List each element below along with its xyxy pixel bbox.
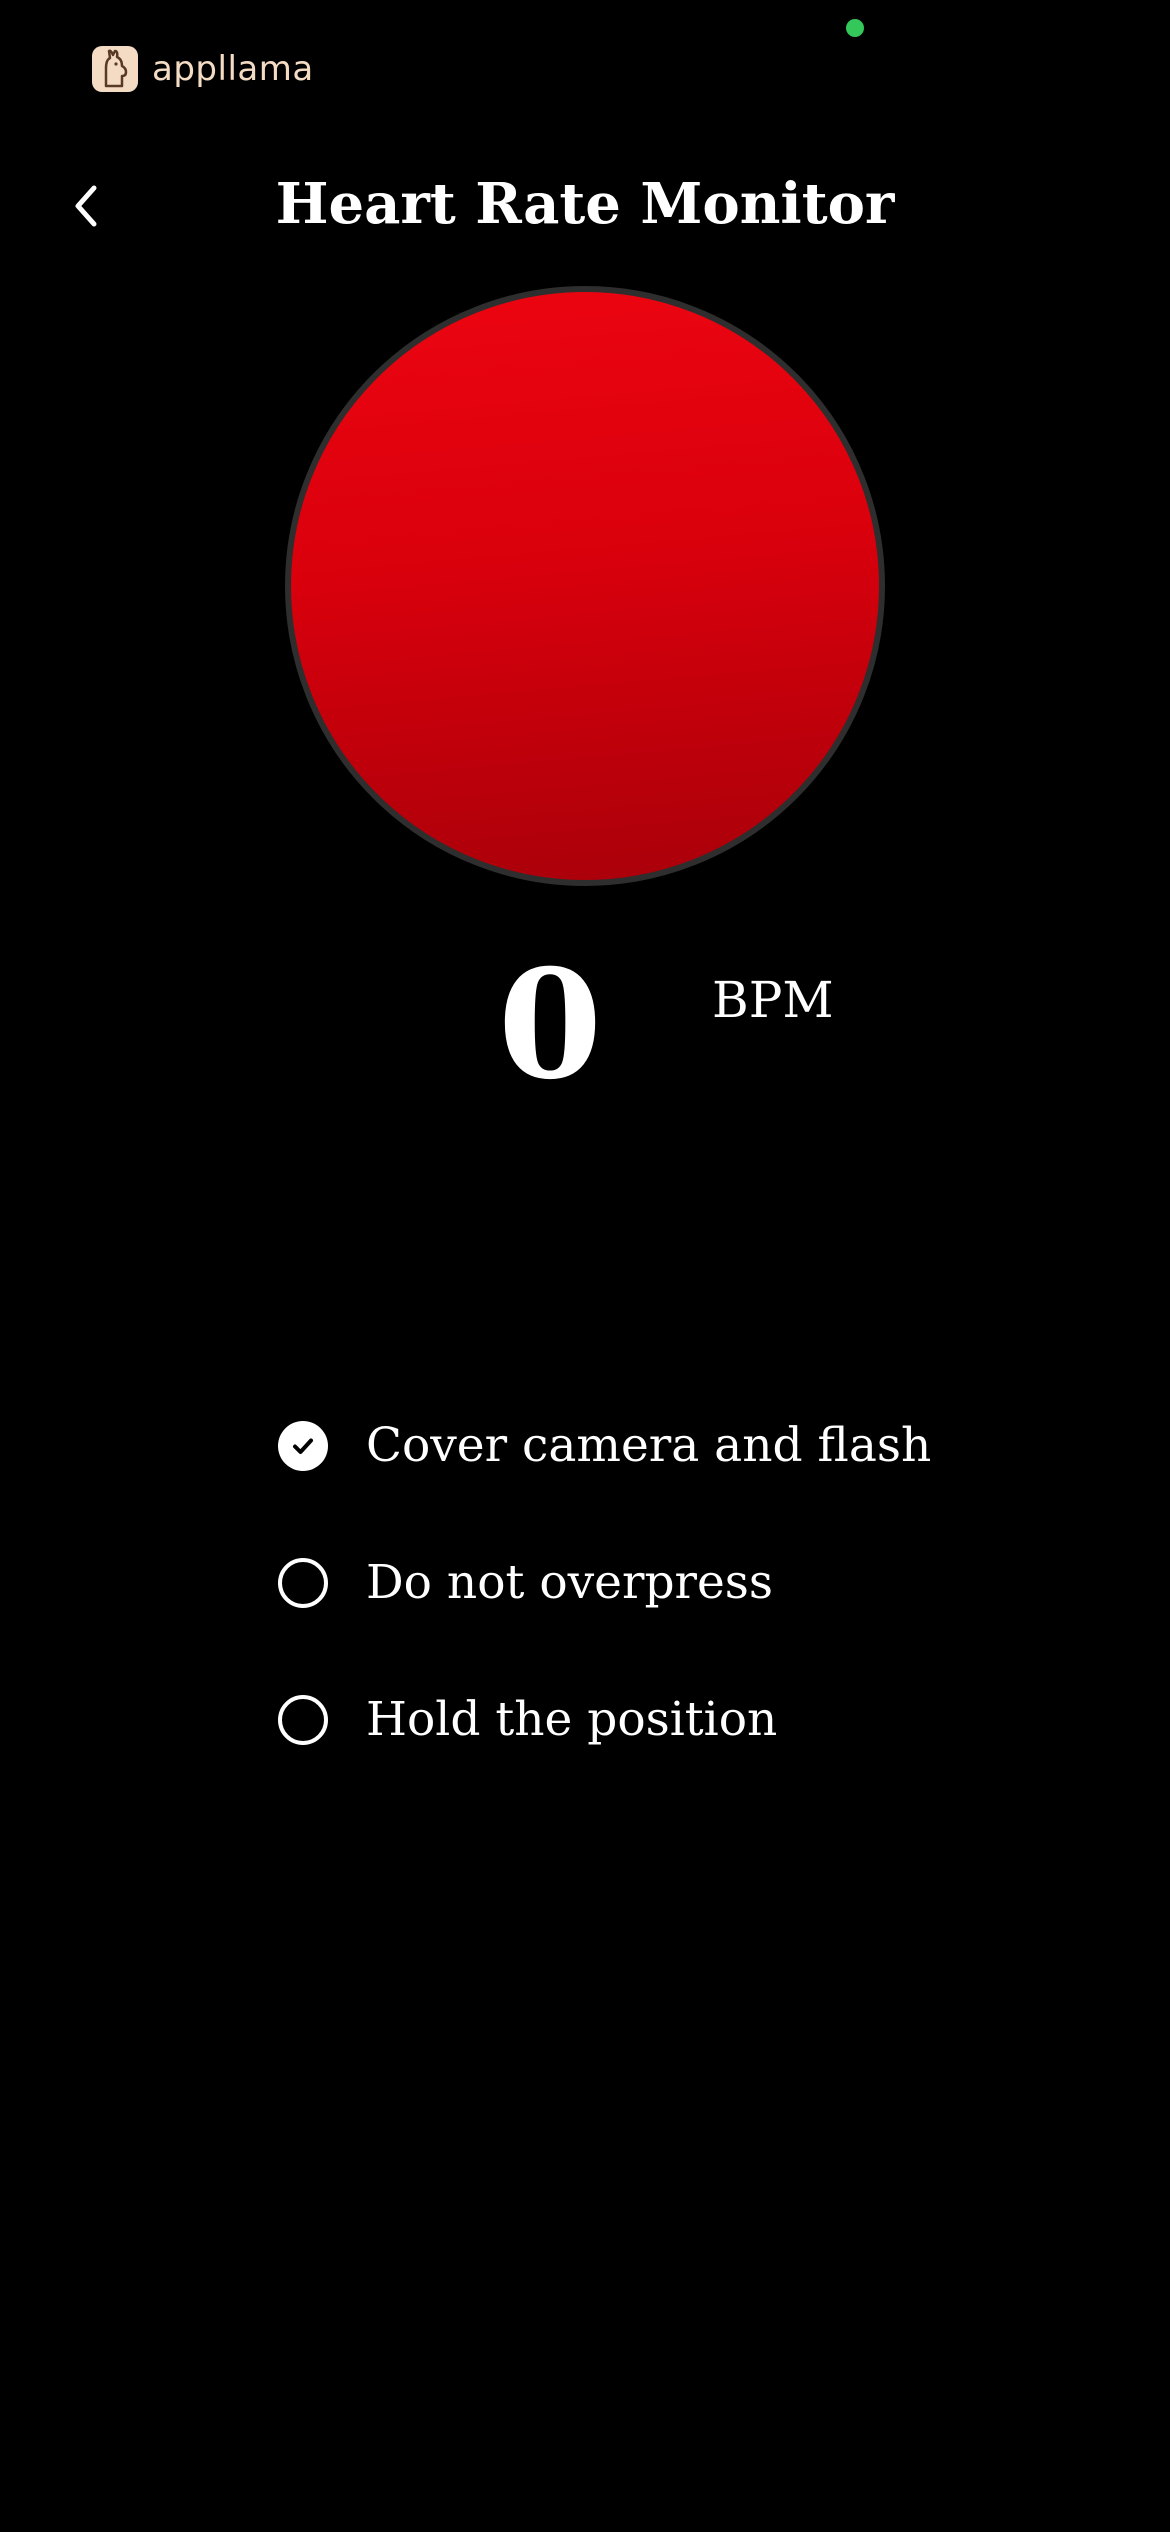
instructions-checklist: Cover camera and flash Do not overpress … [278, 1410, 1078, 1821]
empty-circle-icon [278, 1558, 328, 1608]
brand-name: appllama [152, 49, 314, 89]
checklist-item-label: Do not overpress [366, 1555, 774, 1610]
bpm-value: 0 [497, 937, 603, 1113]
checklist-item-hold-position: Hold the position [278, 1684, 1078, 1821]
empty-circle-icon [278, 1695, 328, 1745]
checklist-item-do-not-overpress: Do not overpress [278, 1547, 1078, 1684]
bpm-unit-label: BPM [712, 971, 834, 1029]
brand-watermark: appllama [92, 44, 314, 94]
llama-logo-icon [92, 46, 138, 92]
status-indicator-dot [846, 19, 864, 37]
checklist-item-label: Cover camera and flash [366, 1418, 932, 1473]
page-title: Heart Rate Monitor [275, 171, 895, 237]
checked-circle-icon [278, 1421, 328, 1471]
checklist-item-cover-camera: Cover camera and flash [278, 1410, 1078, 1547]
checklist-item-label: Hold the position [366, 1692, 778, 1747]
heart-rate-sensor-circle [285, 286, 885, 886]
